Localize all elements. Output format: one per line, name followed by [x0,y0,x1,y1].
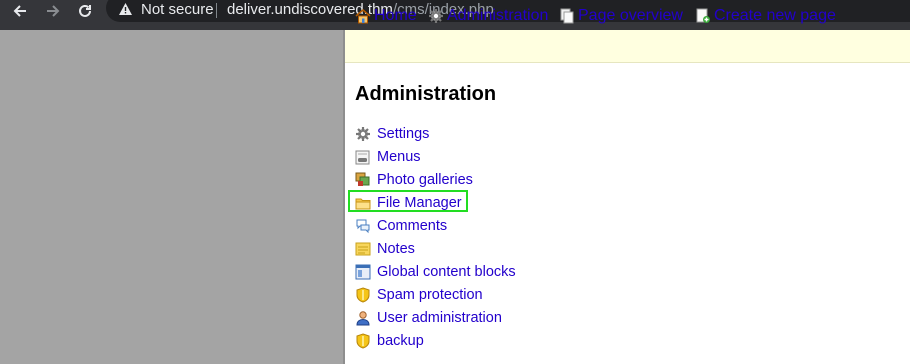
omnibox-divider [216,3,217,18]
topnav-create-new-page[interactable]: Create new page [695,7,836,25]
shield-icon [356,332,370,349]
user-icon [356,310,370,325]
admin-item-file-manager[interactable]: File Manager [355,191,516,214]
admin-item-settings[interactable]: Settings [355,122,516,145]
back-arrow-icon[interactable] [9,0,31,22]
shield-icon [356,286,370,303]
left-panel-edge [343,30,345,364]
topnav-create-new-page-label: Create new page [714,7,836,24]
topnav-administration-label: Administration [447,7,549,24]
admin-link-settings[interactable]: Settings [377,126,429,142]
admin-link-backup[interactable]: backup [377,333,424,349]
comments-icon [356,219,370,233]
folder-icon [355,198,371,209]
admin-item-global-content-blocks[interactable]: Global content blocks [355,260,516,283]
admin-link-global-content-blocks[interactable]: Global content blocks [377,264,516,280]
admin-link-comments[interactable]: Comments [377,218,447,234]
admin-link-menus[interactable]: Menus [377,149,421,165]
left-panel [0,30,345,364]
admin-link-user-administration[interactable]: User administration [377,310,502,326]
forward-arrow-icon[interactable] [42,0,64,22]
admin-link-spam-protection[interactable]: Spam protection [377,287,483,303]
gear-icon [429,9,443,23]
topnav-home-label: Home [374,7,417,24]
admin-item-user-administration[interactable]: User administration [355,306,516,329]
topnav-page-overview[interactable]: Page overview [559,7,683,25]
admin-menu: Settings Menus Photo galleries File Mana… [355,122,516,352]
reload-icon[interactable] [74,0,96,22]
new-page-icon [696,8,710,23]
topnav-page-overview-label: Page overview [578,7,683,24]
home-icon [355,9,371,24]
content-blocks-icon [355,264,371,279]
photo-gallery-icon [355,172,370,186]
admin-link-file-manager[interactable]: File Manager [377,195,462,211]
admin-item-backup[interactable]: backup [355,329,516,352]
topnav-administration[interactable]: Administration [428,7,548,25]
admin-item-comments[interactable]: Comments [355,214,516,237]
menu-icon [355,150,370,164]
gear-icon [356,126,370,141]
security-status[interactable]: Not secure [141,1,214,18]
admin-item-photo-galleries[interactable]: Photo galleries [355,168,516,191]
admin-link-photo-galleries[interactable]: Photo galleries [377,172,473,188]
admin-link-notes[interactable]: Notes [377,241,415,257]
topnav-home[interactable]: Home [355,7,417,25]
pages-icon [560,8,574,24]
page-title: Administration [355,83,497,105]
warning-triangle-icon[interactable] [118,2,133,21]
admin-item-notes[interactable]: Notes [355,237,516,260]
admin-item-menus[interactable]: Menus [355,145,516,168]
notes-icon [355,242,371,255]
cms-topbar [345,30,910,63]
admin-item-spam-protection[interactable]: Spam protection [355,283,516,306]
